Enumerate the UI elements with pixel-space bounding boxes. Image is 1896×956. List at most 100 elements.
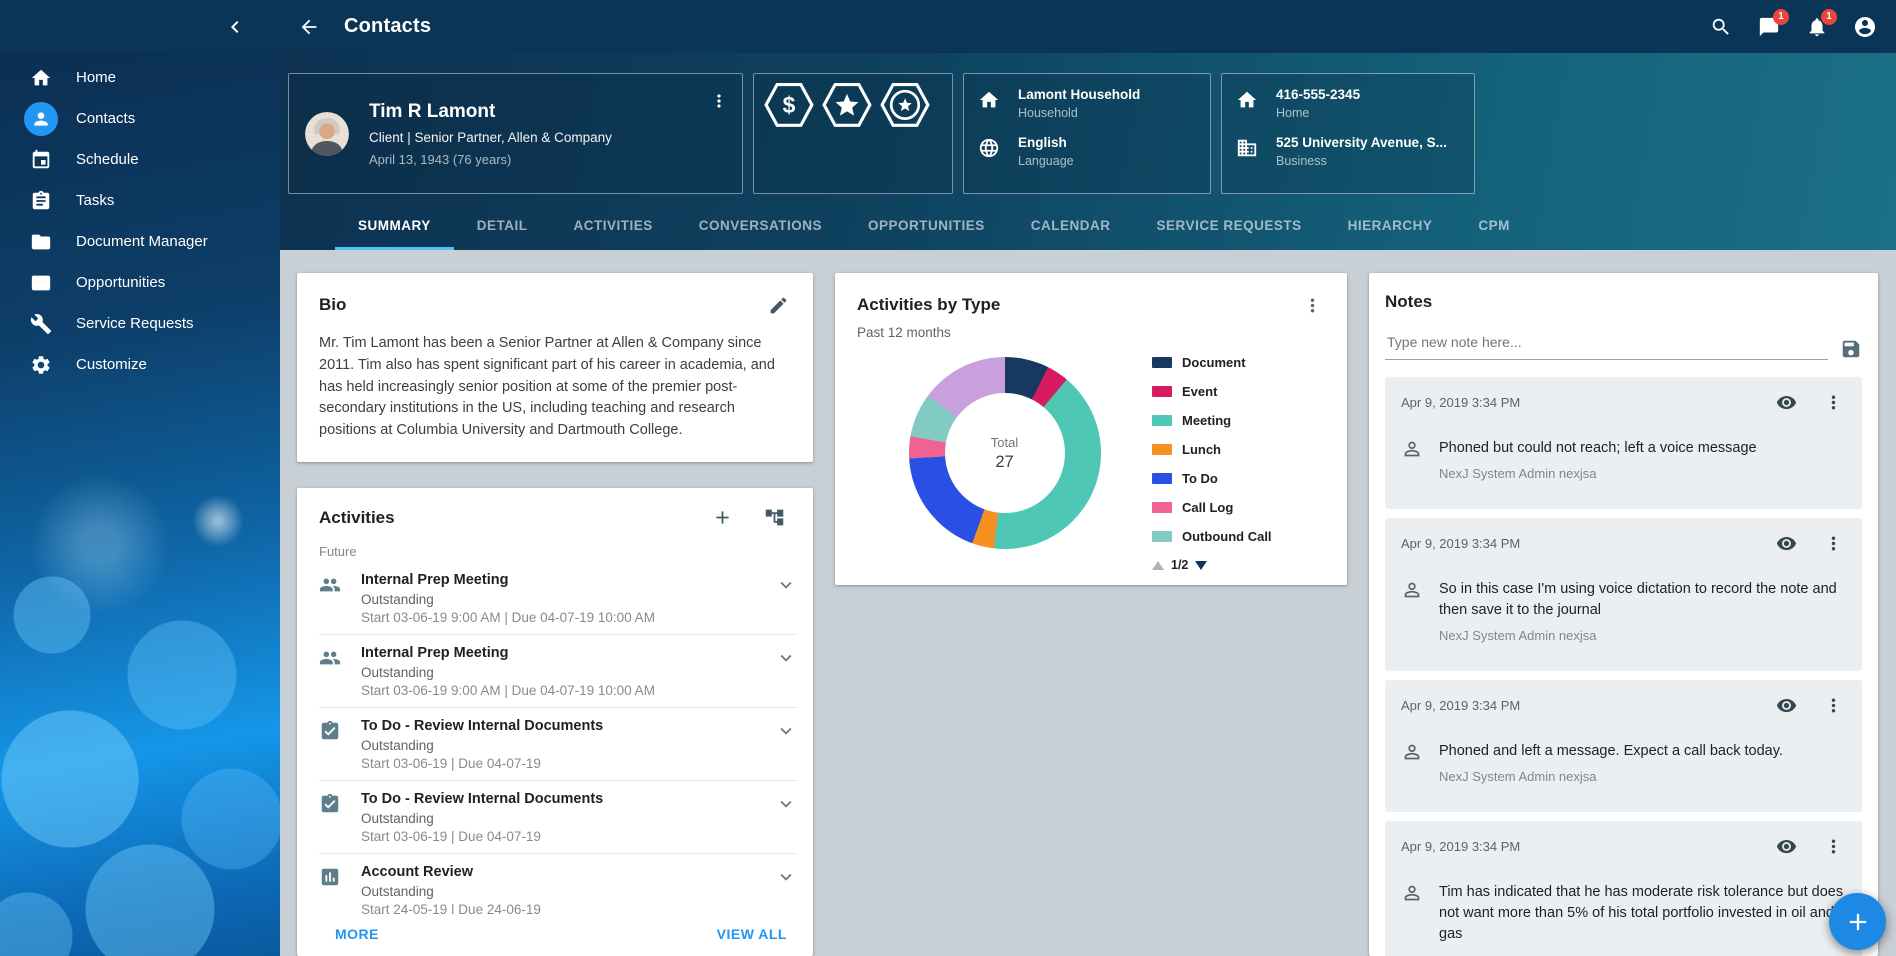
activity-title: To Do - Review Internal Documents (361, 718, 775, 734)
kebab-icon (1823, 695, 1844, 716)
sidebar-item-document-manager[interactable]: Document Manager (0, 221, 280, 262)
activity-status: Outstanding (361, 884, 775, 899)
activity-row[interactable]: Account Review Outstanding Start 24-05-1… (319, 854, 797, 914)
household-row: Lamont Household Household (978, 87, 1196, 120)
legend-page-up-icon[interactable] (1152, 561, 1164, 570)
messages-badge: 1 (1773, 9, 1789, 25)
bar-chart-icon (319, 866, 343, 914)
chart-menu-button[interactable] (1299, 292, 1325, 318)
legend-page-down-icon[interactable] (1195, 561, 1207, 570)
note-menu-button[interactable] (1823, 695, 1844, 716)
chevron-down-icon[interactable] (775, 793, 797, 844)
note-text: So in this case I'm using voice dictatio… (1439, 579, 1848, 621)
new-note-input[interactable] (1385, 328, 1828, 360)
activity-hierarchy-button[interactable] (761, 505, 787, 531)
language-value: English (1018, 135, 1074, 150)
contacts-icon (24, 102, 58, 136)
language-row: English Language (978, 135, 1196, 168)
legend-item: Lunch (1152, 435, 1325, 464)
sidebar-item-customize[interactable]: Customize (0, 344, 280, 385)
star-badge-icon[interactable] (822, 82, 872, 126)
tab-bar: SUMMARY DETAIL ACTIVITIES CONVERSATIONS … (335, 204, 1533, 250)
chevron-down-icon[interactable] (775, 720, 797, 771)
appbar-actions: 1 1 (1704, 10, 1896, 44)
person-icon (1401, 579, 1425, 643)
save-icon[interactable] (1840, 338, 1862, 360)
chevron-down-icon[interactable] (775, 647, 797, 698)
add-button[interactable] (1829, 893, 1886, 950)
folder-icon (24, 225, 58, 259)
sidebar-item-label: Tasks (76, 192, 114, 209)
activity-row[interactable]: Internal Prep Meeting Outstanding Start … (319, 562, 797, 635)
medal-badge-icon[interactable] (880, 82, 930, 126)
activity-row[interactable]: To Do - Review Internal Documents Outsta… (319, 708, 797, 781)
more-button[interactable]: MORE (335, 926, 379, 942)
activity-dates: Start 03-06-19 | Due 04-07-19 (361, 829, 775, 844)
tab-calendar[interactable]: CALENDAR (1008, 204, 1134, 250)
svg-text:$: $ (783, 92, 796, 118)
activity-row[interactable]: Internal Prep Meeting Outstanding Start … (319, 635, 797, 708)
chevron-down-icon[interactable] (775, 574, 797, 625)
eye-icon[interactable] (1776, 695, 1797, 716)
legend-item: Meeting (1152, 406, 1325, 435)
activity-status: Outstanding (361, 811, 775, 826)
kebab-icon (1823, 392, 1844, 413)
account-button[interactable] (1848, 10, 1882, 44)
household-name: Lamont Household (1018, 87, 1140, 102)
chart-legend: Document Event Meeting (1152, 340, 1325, 566)
note-menu-button[interactable] (1823, 836, 1844, 857)
contact-info-card: 416-555-2345 Home 525 University Avenue,… (1221, 73, 1475, 194)
tab-summary[interactable]: SUMMARY (335, 204, 454, 250)
sidebar-item-contacts[interactable]: Contacts (0, 98, 280, 139)
search-button[interactable] (1704, 10, 1738, 44)
edit-bio-button[interactable] (765, 292, 791, 318)
profile-menu-button[interactable] (702, 84, 736, 118)
eye-icon[interactable] (1776, 836, 1797, 857)
eye-icon[interactable] (1776, 392, 1797, 413)
view-all-button[interactable]: VIEW ALL (717, 926, 787, 942)
household-card: Lamont Household Household English Langu… (963, 73, 1211, 194)
plus-icon (712, 507, 733, 528)
tab-activities[interactable]: ACTIVITIES (551, 204, 676, 250)
tab-detail[interactable]: DETAIL (454, 204, 551, 250)
tab-hierarchy[interactable]: HIERARCHY (1325, 204, 1456, 250)
tasks-icon (24, 184, 58, 218)
sidebar-item-label: Opportunities (76, 274, 165, 291)
sidebar-item-label: Schedule (76, 151, 139, 168)
person-icon (1401, 438, 1425, 481)
note-item: Apr 9, 2019 3:34 PM Phoned a (1385, 680, 1862, 812)
eye-icon[interactable] (1776, 533, 1797, 554)
sidebar: Home Contacts Schedule Tasks Document Ma… (0, 53, 280, 956)
people-icon (319, 647, 343, 698)
add-activity-button[interactable] (709, 505, 735, 531)
legend-pagination: 1/2 (1152, 558, 1325, 572)
tab-conversations[interactable]: CONVERSATIONS (676, 204, 845, 250)
sidebar-item-schedule[interactable]: Schedule (0, 139, 280, 180)
bio-text: Mr. Tim Lamont has been a Senior Partner… (319, 333, 791, 442)
tab-opportunities[interactable]: OPPORTUNITIES (845, 204, 1008, 250)
note-menu-button[interactable] (1823, 533, 1844, 554)
tab-service-requests[interactable]: SERVICE REQUESTS (1134, 204, 1325, 250)
bio-card: Bio Mr. Tim Lamont has been a Senior Par… (297, 273, 813, 462)
activity-status: Outstanding (361, 738, 775, 753)
activity-row[interactable]: To Do - Review Internal Documents Outsta… (319, 781, 797, 854)
tab-cpm[interactable]: CPM (1455, 204, 1533, 250)
sidebar-item-opportunities[interactable]: Opportunities (0, 262, 280, 303)
chevron-down-icon[interactable] (775, 866, 797, 914)
kebab-icon (709, 91, 729, 111)
note-menu-button[interactable] (1823, 392, 1844, 413)
notes-list: Apr 9, 2019 3:34 PM Phoned b (1385, 377, 1862, 956)
sidebar-item-service-requests[interactable]: Service Requests (0, 303, 280, 344)
notifications-button[interactable]: 1 (1800, 10, 1834, 44)
gear-icon (24, 348, 58, 382)
messages-button[interactable]: 1 (1752, 10, 1786, 44)
dollar-badge-icon[interactable]: $ (764, 82, 814, 126)
collapse-sidebar-button[interactable] (218, 10, 252, 44)
address-value: 525 University Avenue, S... (1276, 135, 1447, 150)
sidebar-item-home[interactable]: Home (0, 57, 280, 98)
todo-check-icon (319, 720, 343, 771)
sidebar-item-tasks[interactable]: Tasks (0, 180, 280, 221)
back-button[interactable] (292, 10, 326, 44)
home-icon (1236, 89, 1258, 111)
legend-swatch (1152, 473, 1172, 484)
